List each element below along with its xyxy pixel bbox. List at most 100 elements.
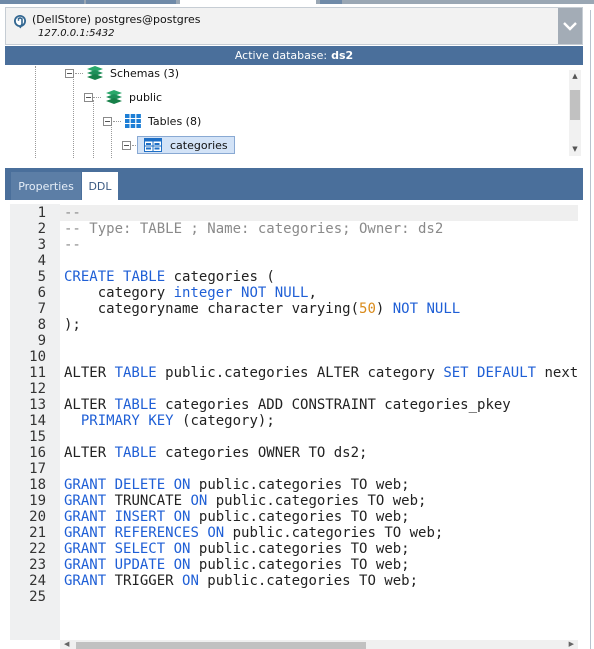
code-token: categories OWNER TO ds2; — [156, 445, 368, 461]
code-token: public.categories ALTER category — [156, 365, 444, 381]
ddl-code-editor[interactable]: 1 2 3 4 5 6 7 8 9 10 11 12 13 14 15 16 17 18 19 20 21 22 23 24 2… — [10, 204, 578, 649]
selected-node[interactable]: categories — [137, 136, 235, 154]
code-line: GRANT REFERENCES ON public.categories TO… — [64, 525, 443, 541]
collapse-toggle-icon[interactable] — [84, 92, 93, 102]
line-number: 3 — [37, 237, 46, 253]
line-number: 22 — [29, 541, 46, 557]
line-number: 2 — [37, 221, 46, 237]
panel-right-border — [590, 10, 591, 649]
line-number: 21 — [29, 525, 46, 541]
code-token: TRUNCATE — [106, 493, 191, 509]
code-area[interactable]: -- -- Type: TABLE ; Name: categories; Own… — [64, 205, 578, 635]
line-number: 15 — [29, 429, 46, 445]
code-token: GRANT — [64, 525, 107, 541]
code-token: TABLE — [123, 269, 166, 285]
code-line: categoryname character varying(50) NOT N… — [64, 301, 460, 317]
code-token: UPDATE — [114, 557, 166, 573]
collapse-toggle-icon[interactable] — [103, 116, 112, 126]
tree-node-public[interactable]: public — [84, 87, 162, 107]
code-token: ALTER — [64, 365, 115, 381]
scrollbar-thumb[interactable] — [570, 90, 580, 120]
code-line: CREATE TABLE categories ( — [64, 269, 275, 285]
top-tab[interactable] — [0, 0, 84, 4]
line-number: 16 — [29, 445, 46, 461]
top-tab[interactable] — [320, 0, 342, 4]
line-number: 11 — [29, 365, 46, 381]
active-database-bar: Active database: ds2 — [5, 46, 583, 65]
code-token: GRANT — [64, 493, 107, 509]
editor-horizontal-scrollbar[interactable]: ◀ ▶ — [60, 640, 578, 649]
active-database-label: Active database: — [234, 49, 328, 62]
code-line: GRANT TRIGGER ON public.categories TO we… — [64, 573, 418, 589]
code-token: ON — [173, 557, 191, 573]
active-database-name: ds2 — [331, 49, 354, 62]
connection-title: (DellStore) postgres@postgres — [32, 13, 201, 26]
code-token: GRANT — [64, 557, 107, 573]
scroll-up-arrow-icon[interactable]: ▲ — [571, 73, 579, 80]
object-tree: Schemas (3) public Tables (8) categories — [5, 66, 583, 158]
line-number: 20 — [29, 509, 46, 525]
top-tab-active[interactable] — [180, 0, 316, 4]
tree-node-label: Tables (8) — [148, 114, 202, 128]
code-token: nextval — [544, 365, 578, 381]
code-line: GRANT UPDATE ON public.categories TO web… — [64, 557, 410, 573]
tree-node-tables[interactable]: Tables (8) — [103, 111, 201, 131]
line-number: 1 — [37, 205, 46, 221]
code-token: -- — [64, 237, 81, 253]
code-token: PRIMARY — [80, 413, 140, 429]
line-number: 14 — [29, 413, 46, 429]
code-token: CREATE — [64, 269, 115, 285]
tab-properties[interactable]: Properties — [11, 172, 81, 200]
code-line: PRIMARY KEY (category); — [64, 413, 275, 429]
code-token: public.categories TO web; — [198, 573, 419, 589]
code-token: NULL — [426, 301, 461, 317]
tree-node-label: public — [129, 90, 163, 104]
code-token: integer — [173, 285, 233, 301]
code-token: public.categories TO web; — [224, 525, 444, 541]
code-token: public.categories TO web; — [190, 557, 410, 573]
code-token: (category); — [173, 413, 275, 429]
tree-node-categories[interactable]: categories — [122, 135, 235, 155]
line-number: 9 — [37, 333, 46, 349]
scroll-down-arrow-icon[interactable]: ▼ — [571, 146, 579, 153]
code-token: ON — [182, 573, 199, 589]
scroll-right-arrow-icon[interactable]: ▶ — [569, 640, 574, 649]
code-token: DELETE — [114, 477, 166, 493]
scrollbar-thumb[interactable] — [76, 642, 366, 649]
connection-dropdown-button[interactable] — [558, 8, 582, 44]
code-token: ); — [64, 317, 81, 333]
code-token: ALTER — [64, 445, 115, 461]
collapse-toggle-icon[interactable] — [65, 68, 74, 78]
code-token: 50 — [359, 301, 376, 317]
top-tab-strip — [0, 0, 594, 4]
top-tab[interactable] — [86, 0, 176, 4]
scroll-left-arrow-icon[interactable]: ◀ — [64, 640, 69, 649]
collapse-toggle-icon[interactable] — [122, 140, 131, 150]
code-line: ALTER TABLE public.categories ALTER cate… — [64, 365, 578, 381]
connection-host: 127.0.0.1:5432 — [38, 28, 115, 39]
tree-guide-line — [73, 72, 74, 158]
tab-ddl[interactable]: DDL — [82, 172, 118, 200]
line-number: 5 — [37, 269, 46, 285]
line-number: 18 — [29, 477, 46, 493]
code-token: NULL — [274, 285, 309, 301]
code-token: DEFAULT — [477, 365, 537, 381]
tree-node-label: Schemas (3) — [110, 66, 180, 80]
code-line: -- — [64, 237, 81, 253]
tree-node-schemas[interactable]: Schemas (3) — [65, 66, 179, 83]
connection-selector[interactable]: (DellStore) postgres@postgres 127.0.0.1:… — [5, 7, 583, 45]
schemas-icon — [86, 66, 104, 81]
tree-vertical-scrollbar[interactable]: ▲ ▼ — [569, 70, 581, 156]
schema-icon — [105, 89, 123, 105]
code-token: TABLE — [114, 397, 157, 413]
code-token: SET — [443, 365, 469, 381]
code-token: public.categories TO web; — [190, 477, 410, 493]
